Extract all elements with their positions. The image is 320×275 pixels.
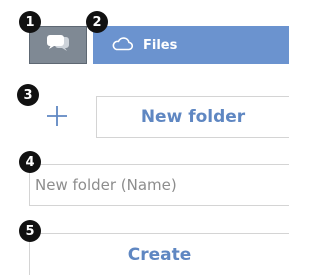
callout-marker: 3	[17, 84, 39, 106]
create-button[interactable]: Create	[29, 233, 289, 275]
callout-marker: 1	[19, 11, 41, 33]
cloud-icon	[111, 35, 134, 55]
create-label: Create	[127, 244, 192, 265]
new-folder-label: New folder	[140, 107, 246, 127]
callout-marker: 4	[19, 151, 41, 173]
callout-marker: 5	[19, 220, 41, 242]
add-button[interactable]	[40, 101, 74, 135]
chat-button[interactable]	[29, 26, 87, 64]
files-tab-label: Files	[143, 37, 178, 53]
folder-name-input[interactable]	[29, 164, 289, 206]
chat-bubbles-icon	[46, 34, 70, 56]
callout-marker: 2	[86, 11, 108, 33]
new-folder-button[interactable]: New folder	[96, 96, 289, 138]
files-tab[interactable]: Files	[93, 26, 289, 64]
plus-icon	[46, 105, 68, 131]
